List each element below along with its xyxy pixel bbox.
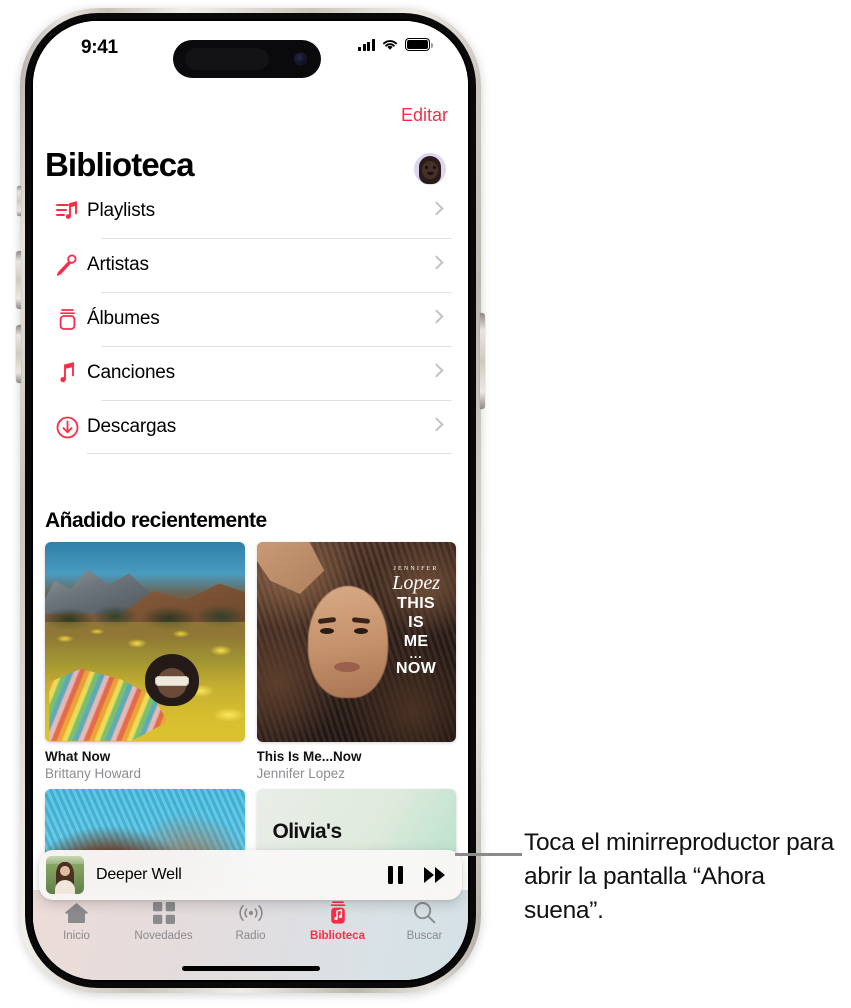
sidebar-item-label: Artistas [87, 254, 149, 275]
battery-icon [405, 38, 433, 51]
cover-script-logo: Lopez [392, 571, 440, 594]
mini-player-controls [388, 866, 450, 884]
playlist-icon [47, 201, 87, 221]
music-app: 9:41 Editar Biblioteca Playlists Artista… [33, 21, 468, 980]
status-indicators [357, 38, 433, 51]
sidebar-item-label: Álbumes [87, 308, 160, 329]
cover-line-1: THIS [397, 594, 436, 612]
sidebar-item-label: Canciones [87, 362, 175, 383]
home-indicator[interactable] [181, 966, 320, 971]
edit-button[interactable]: Editar [401, 105, 448, 126]
tab-biblioteca[interactable]: Biblioteca [294, 900, 381, 942]
callout-text: Toca el minirreproductor para abrir la p… [524, 829, 834, 924]
silent-switch-button[interactable] [17, 186, 21, 216]
tab-radio[interactable]: Radio [207, 900, 294, 942]
volume-down-button[interactable] [16, 325, 21, 383]
tab-label: Novedades [134, 930, 193, 942]
cover-ellipsis: ... [409, 646, 423, 661]
home-icon [64, 900, 89, 925]
sidebar-item-songs[interactable]: Canciones [47, 346, 468, 400]
avatar[interactable] [414, 153, 446, 185]
sidebar-item-playlists[interactable]: Playlists [47, 184, 468, 238]
album-icon [47, 308, 87, 330]
album-card[interactable]: JENNIFER Lopez THIS IS ME ... NOW This I… [256, 542, 456, 781]
section-heading: Añadido recientemente [45, 509, 267, 532]
power-button[interactable] [480, 313, 485, 409]
album-artist: Brittany Howard [45, 765, 142, 781]
sidebar-item-artists[interactable]: Artistas [47, 238, 468, 292]
chevron-right-icon [429, 201, 444, 216]
fast-forward-icon[interactable] [424, 867, 446, 883]
album-card[interactable]: What Now Brittany Howard [45, 542, 245, 781]
dynamic-island [173, 40, 321, 78]
tab-buscar[interactable]: Buscar [381, 900, 468, 942]
pause-icon[interactable] [388, 866, 403, 884]
album-cover-text: JENNIFER Lopez THIS IS ME ... NOW [382, 566, 450, 677]
device-screen: 9:41 Editar Biblioteca Playlists Artista… [33, 21, 468, 980]
mini-player[interactable]: Deeper Well [39, 850, 462, 900]
library-list: Playlists Artistas Álbumes Canciones Des… [33, 184, 468, 454]
page-title: Biblioteca [45, 146, 195, 183]
search-icon [413, 900, 436, 925]
grid-icon [152, 900, 175, 925]
mini-player-track-title: Deeper Well [96, 866, 182, 883]
status-bar: 9:41 [33, 21, 468, 79]
status-clock: 9:41 [81, 37, 118, 58]
earpiece-speaker [185, 48, 269, 70]
sidebar-item-albums[interactable]: Álbumes [47, 292, 468, 346]
tab-label: Inicio [63, 930, 90, 942]
music-note-icon [47, 362, 87, 384]
download-icon [47, 416, 87, 439]
microphone-icon [47, 254, 87, 276]
cover-line-4: NOW [395, 660, 437, 678]
tab-label: Radio [235, 930, 266, 942]
cover-line-2: IS [408, 613, 425, 631]
tab-inicio[interactable]: Inicio [33, 900, 120, 942]
chevron-right-icon [429, 363, 444, 378]
library-icon [327, 900, 349, 925]
album-title: What Now [45, 748, 111, 764]
tab-label: Biblioteca [310, 930, 365, 942]
tab-novedades[interactable]: Novedades [120, 900, 207, 942]
iphone-device: 9:41 Editar Biblioteca Playlists Artista… [16, 8, 485, 993]
mini-player-artwork [46, 856, 84, 894]
radio-icon [237, 900, 265, 925]
chevron-right-icon [429, 255, 444, 270]
wifi-icon [382, 40, 398, 50]
sidebar-item-label: Descargas [87, 416, 177, 437]
album-cover-title: Olivia's [272, 820, 342, 844]
volume-up-button[interactable] [16, 251, 21, 309]
signal-bars-icon [357, 38, 375, 51]
front-camera-icon [294, 52, 307, 66]
album-artwork-what-now [45, 542, 245, 742]
album-title: This Is Me...Now [256, 748, 362, 764]
sidebar-item-downloads[interactable]: Descargas [47, 400, 468, 454]
sidebar-item-label: Playlists [87, 200, 155, 221]
album-artwork-this-is-me-now: JENNIFER Lopez THIS IS ME ... NOW [256, 542, 456, 742]
album-artist: Jennifer Lopez [256, 765, 346, 781]
chevron-right-icon [429, 309, 444, 324]
chevron-right-icon [429, 417, 444, 432]
tab-label: Buscar [406, 930, 443, 942]
tab-bar: Inicio Novedades Radio Biblioteca Buscar [33, 890, 468, 980]
callout-leader-line [455, 853, 522, 856]
